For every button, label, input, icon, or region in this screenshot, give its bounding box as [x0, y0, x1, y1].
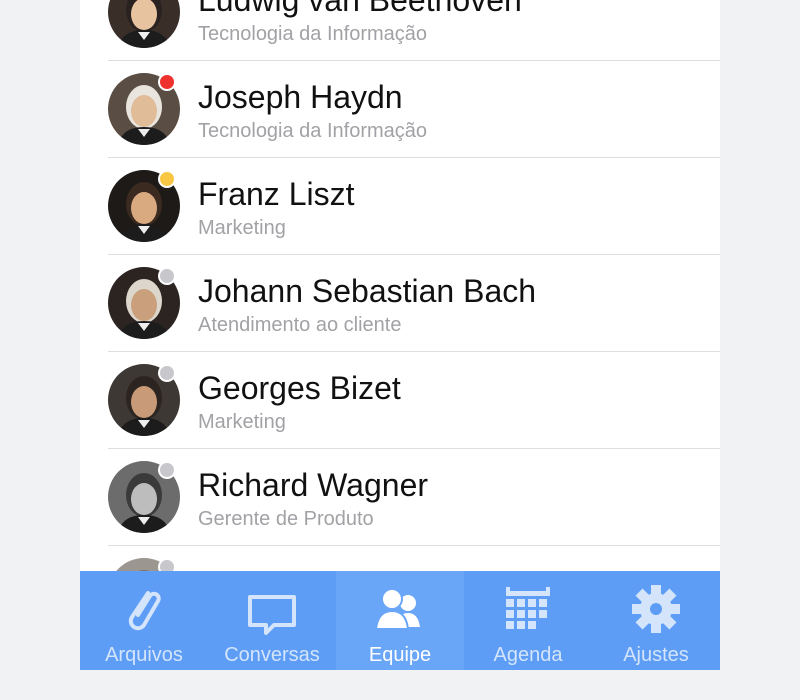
tab-team-label: Equipe: [368, 644, 432, 666]
presence-status-dot: [158, 364, 176, 382]
contact-department: Tecnologia da Informação: [198, 23, 428, 45]
contact-department: Tecnologia da Informação: [198, 120, 428, 142]
tab-calendar-label: Agenda: [493, 644, 563, 666]
tab-chats[interactable]: 1 Conversas: [208, 571, 451, 670]
tab-settings[interactable]: Ajustes: [592, 571, 720, 670]
contact-name: Franz Liszt: [198, 176, 355, 212]
presence-status-dot: [158, 267, 176, 285]
tab-files-label: Arquivos: [105, 644, 183, 666]
contact-name: Joseph Haydn: [198, 79, 403, 115]
tab-files[interactable]: Arquivos: [80, 571, 208, 670]
contact-row[interactable]: Franz Liszt Marketing: [108, 158, 720, 255]
contact-row[interactable]: Joseph Haydn Tecnologia da Informação: [108, 61, 720, 158]
contact-department: Gerente de Produto: [198, 508, 374, 530]
contact-row[interactable]: Georges Bizet Marketing: [108, 352, 720, 449]
tab-calendar[interactable]: Agenda: [464, 571, 592, 670]
contact-name: Johann Sebastian Bach: [198, 273, 537, 309]
contact-name: Georges Bizet: [198, 370, 401, 406]
presence-status-dot: [158, 461, 176, 479]
contacts-screen: Ludwig van Beethoven Tecnologia da Inform…: [80, 0, 720, 670]
tab-team[interactable]: Equipe: [336, 571, 464, 670]
presence-status-dot: [158, 73, 176, 91]
contact-department: Marketing: [198, 411, 286, 433]
contact-name: Ludwig van Beethoven: [198, 0, 522, 18]
contact-department: Marketing: [198, 217, 286, 239]
chat-bubble-icon: [244, 583, 300, 644]
calendar-icon: [500, 583, 556, 644]
contact-name: Richard Wagner: [198, 467, 429, 503]
gear-icon: [628, 583, 684, 644]
contact-row[interactable]: Ludwig van Beethoven Tecnologia da Inform…: [108, 0, 720, 61]
contact-row[interactable]: Richard Wagner Gerente de Produto: [108, 449, 720, 546]
tab-chats-label: Conversas: [224, 644, 320, 666]
paperclip-icon: [118, 583, 170, 644]
tab-bar: Arquivos 1 Conversas Equipe: [80, 571, 720, 670]
contact-department: Atendimento ao cliente: [198, 314, 402, 336]
contact-row[interactable]: Johann Sebastian Bach Atendimento ao clie…: [108, 255, 720, 352]
presence-status-dot: [158, 170, 176, 188]
contact-list: Ludwig van Beethoven Tecnologia da Inform…: [80, 0, 720, 643]
avatar: [108, 0, 180, 48]
tab-settings-label: Ajustes: [623, 644, 689, 666]
team-icon: [370, 583, 430, 644]
